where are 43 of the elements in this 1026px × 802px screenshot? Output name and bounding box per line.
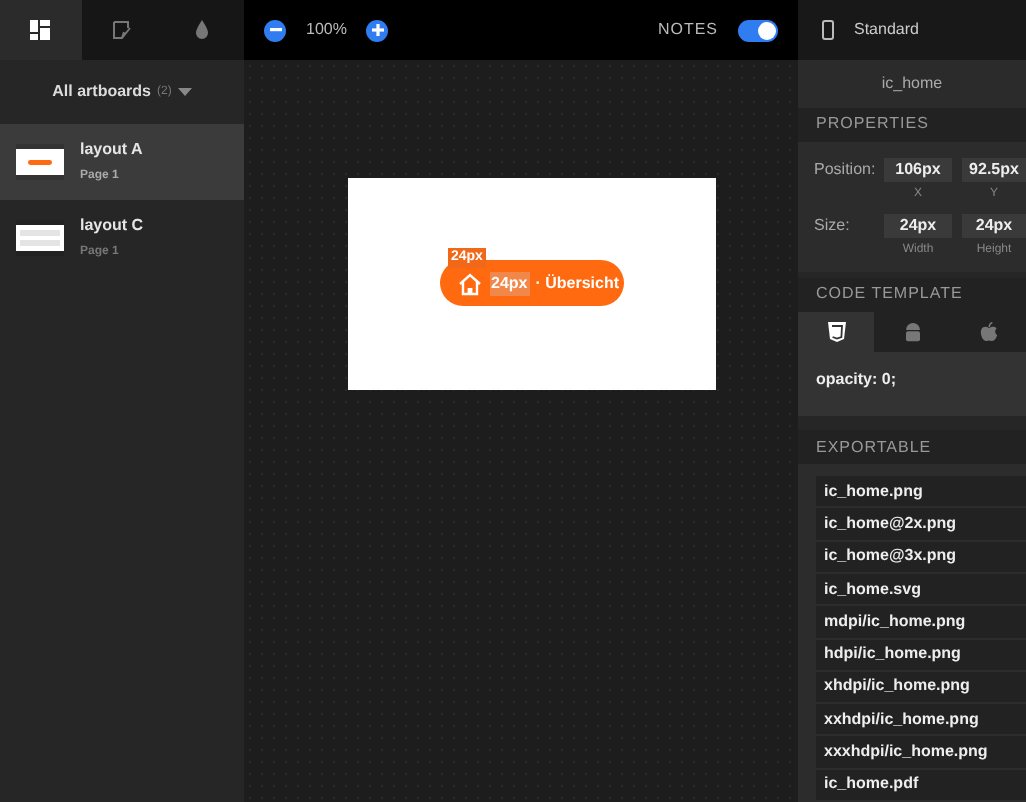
layer-name: ic_home [881,71,943,96]
export-item[interactable]: xhdpi/ic_home.png [816,671,1026,705]
css-icon [827,321,845,342]
y-value: 92.5px [962,157,1026,182]
section-title: EXPORTABLE [816,435,932,460]
artboard-thumbnail [16,144,64,180]
export-item[interactable]: xxhdpi/ic_home.png [816,704,1026,737]
zoom-out-button[interactable] [264,19,286,41]
device-label[interactable]: Standard [854,17,919,42]
sidebar-title: All artboards [52,80,151,104]
export-item[interactable]: hdpi/ic_home.png [816,639,1026,672]
export-item[interactable]: ic_home.pdf [816,769,1026,802]
plus-icon [371,24,384,36]
export-item[interactable]: ic_home@2x.png [816,508,1026,542]
position-label: Position: [814,157,874,182]
css-tab[interactable] [798,311,874,352]
export-item[interactable]: ic_home.svg [816,573,1026,607]
note-icon [111,20,132,40]
grid-tab[interactable] [0,0,82,60]
code-text: opacity: 0; [816,369,897,388]
grid-icon [30,20,51,40]
phone-icon[interactable] [822,19,834,40]
section-title: CODE TEMPLATE [816,282,963,307]
minus-icon [269,28,281,32]
drop-icon [194,20,211,40]
height-value: 24px [962,213,1026,238]
apple-icon [979,321,997,342]
export-item[interactable]: xxxhdpi/ic_home.png [816,736,1026,770]
home-icon [455,269,483,297]
android-icon [903,321,921,342]
caret-icon[interactable] [177,88,192,96]
width-value: 24px [884,213,952,238]
size-label: Size: [814,213,852,238]
artboard-thumbnail [16,220,64,256]
notes-label: NOTES [657,18,718,42]
export-item[interactable]: ic_home@3x.png [816,541,1026,574]
export-item[interactable]: ic_home.png [816,476,1026,509]
export-item[interactable]: mdpi/ic_home.png [816,606,1026,640]
x-value: 106px [884,157,952,182]
zoom-in-button[interactable] [366,19,389,41]
notes-toggle[interactable] [738,19,778,41]
zoom-level: 100% [306,18,347,42]
section-title: PROPERTIES [816,112,929,137]
